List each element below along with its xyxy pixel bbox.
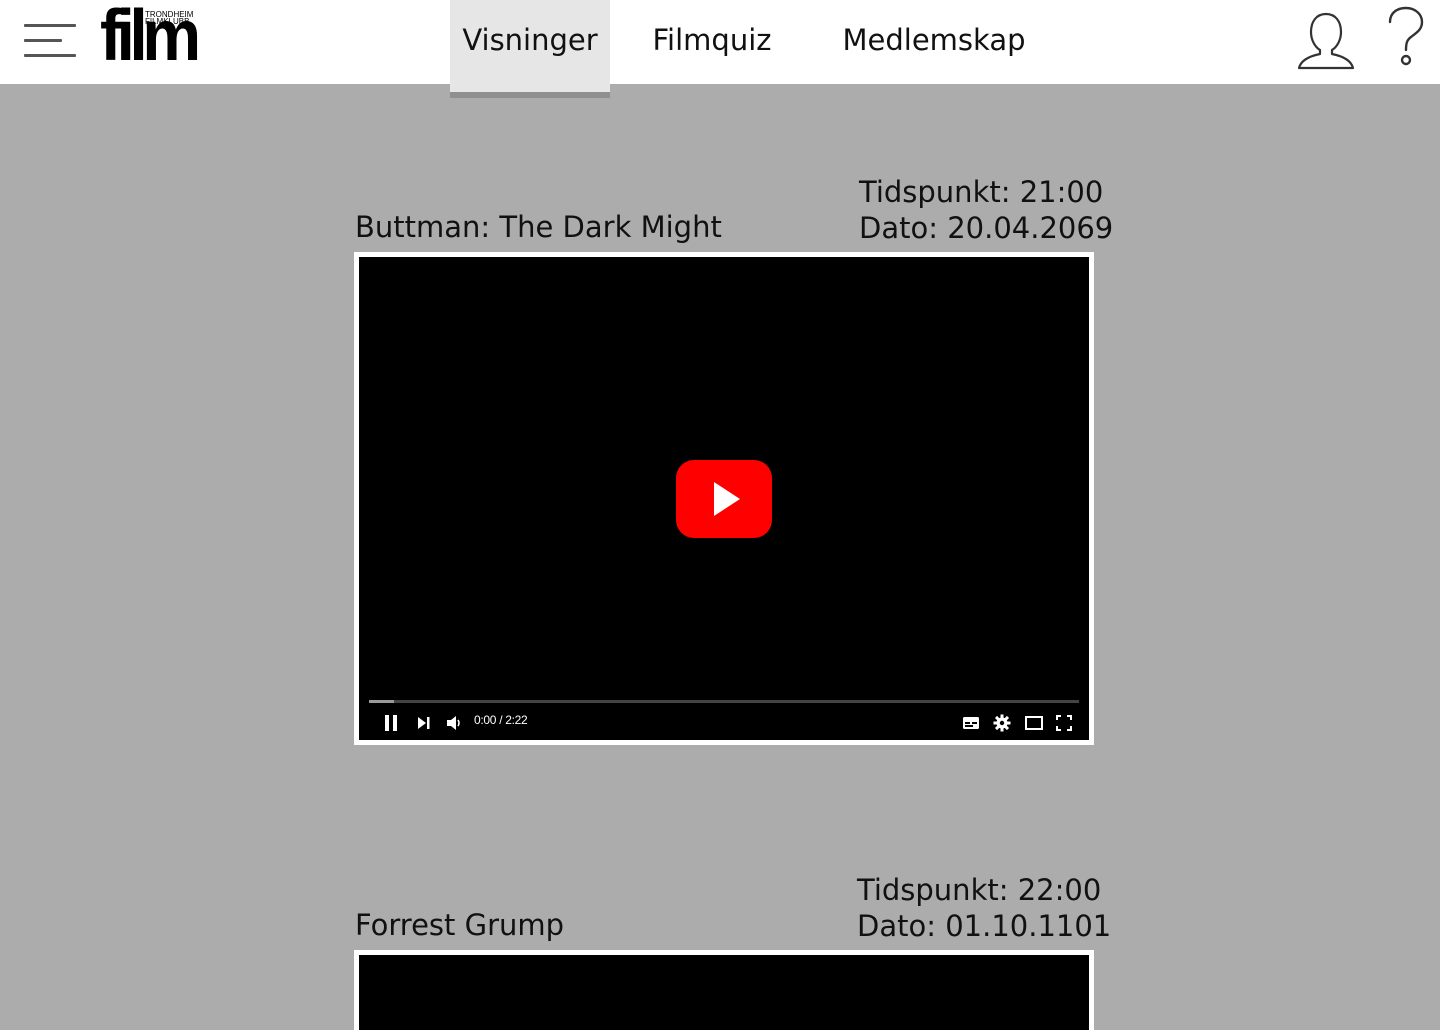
progress-fill — [369, 700, 394, 703]
logo-line-2: FILMKLUBB — [145, 17, 190, 26]
user-icon[interactable] — [1296, 10, 1356, 70]
next-icon[interactable] — [415, 712, 433, 734]
screening-card: Tidspunkt: 21:00 Dato: 20.04.2069 Buttma… — [354, 170, 1113, 746]
video-player[interactable] — [354, 950, 1094, 1030]
menu-icon[interactable] — [24, 24, 78, 60]
fullscreen-icon[interactable] — [1054, 712, 1074, 734]
video-player[interactable]: 0:00 / 2:22 — [354, 252, 1094, 745]
volume-icon[interactable] — [444, 712, 464, 734]
progress-bar[interactable] — [369, 700, 1079, 703]
trondheim-filmklubb-logo[interactable]: film TRONDHEIM FILMKLUBB — [100, 0, 201, 72]
subtitles-icon[interactable] — [961, 712, 981, 734]
tab-filmquiz[interactable]: Filmquiz — [640, 0, 784, 84]
top-navigation-bar: film TRONDHEIM FILMKLUBB Visninger Filmq… — [0, 0, 1440, 98]
tab-visninger[interactable]: Visninger — [450, 0, 610, 98]
screening-time: Tidspunkt: 22:00 — [857, 873, 1102, 907]
screening-date: Dato: 01.10.1101 — [857, 909, 1112, 943]
tab-medlemskap[interactable]: Medlemskap — [832, 0, 1036, 84]
screening-date: Dato: 20.04.2069 — [859, 211, 1114, 245]
settings-gear-icon[interactable] — [992, 712, 1012, 734]
video-area[interactable]: 0:00 / 2:22 — [359, 257, 1089, 740]
theater-mode-icon[interactable] — [1023, 712, 1045, 734]
screening-title: Buttman: The Dark Might — [355, 210, 722, 244]
screening-title: Forrest Grump — [355, 908, 565, 942]
pause-icon[interactable] — [381, 712, 401, 734]
help-icon[interactable] — [1384, 6, 1428, 70]
play-button[interactable] — [676, 460, 772, 538]
screening-time: Tidspunkt: 21:00 — [859, 175, 1104, 209]
time-display: 0:00 / 2:22 — [474, 713, 528, 727]
screening-card: Tidspunkt: 22:00 Dato: 01.10.1101 Forres… — [354, 868, 1111, 1030]
video-area[interactable] — [359, 955, 1089, 1030]
